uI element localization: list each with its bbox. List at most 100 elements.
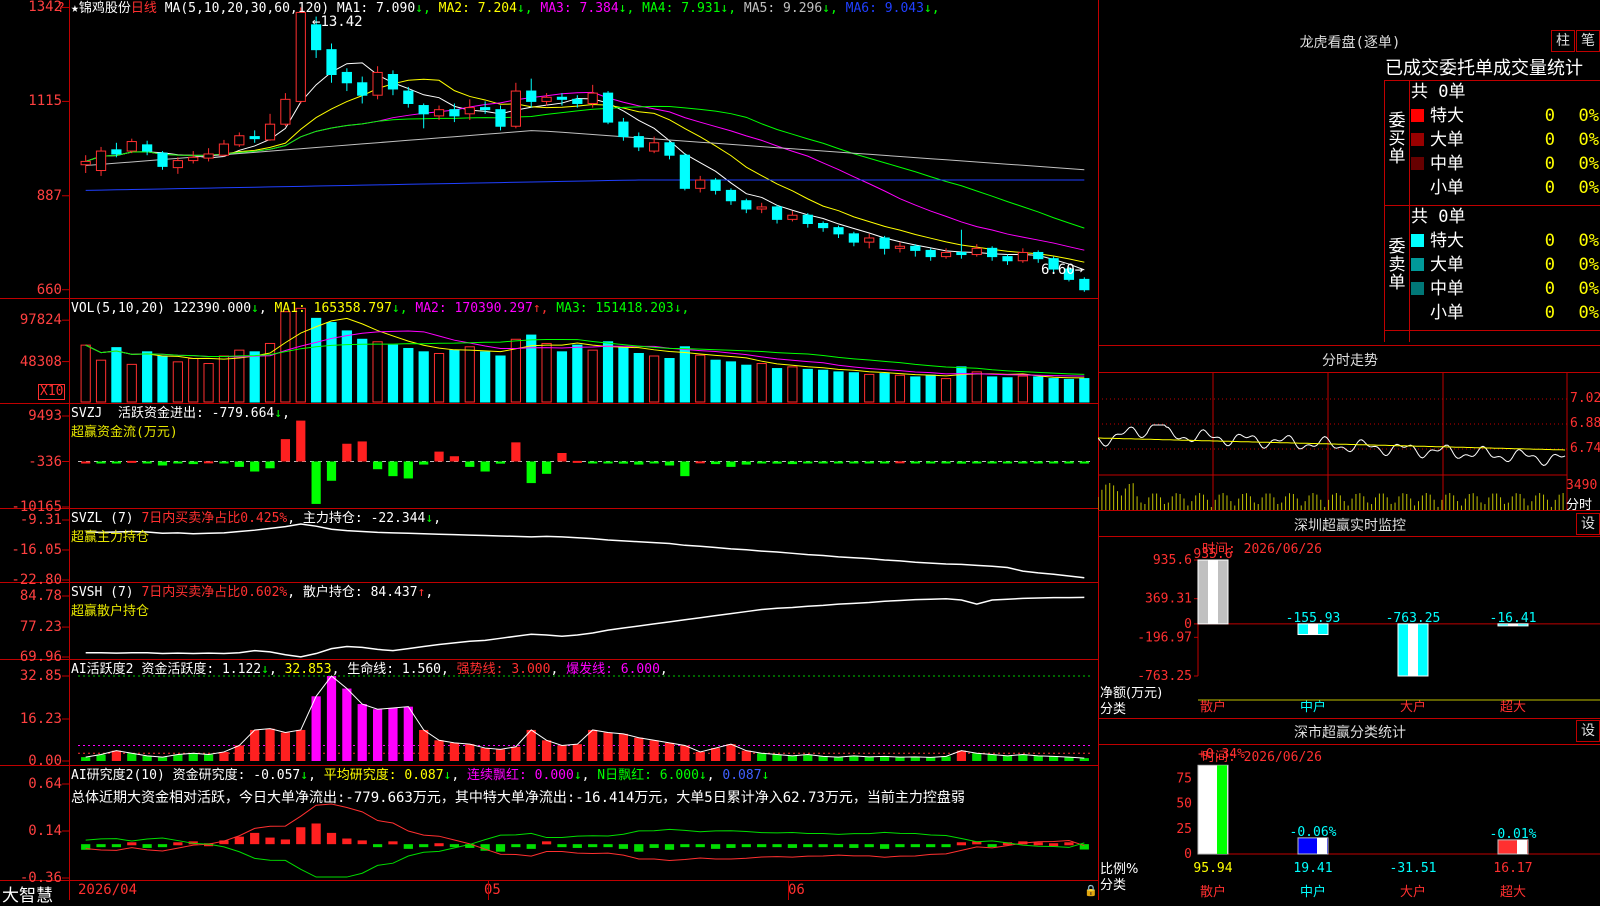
ai2-bar	[311, 823, 321, 845]
candle-body	[80, 160, 91, 166]
vol-bar	[848, 372, 859, 403]
bar-mode-button[interactable]: 柱	[1551, 30, 1575, 52]
candle-body	[864, 237, 875, 243]
candle-body	[572, 98, 583, 104]
vol-bar	[495, 355, 506, 403]
low-annotation: 6.60→	[1041, 262, 1084, 278]
sell-label-0: 特大	[1430, 231, 1464, 251]
vol-bar	[403, 347, 414, 403]
candle-body	[403, 90, 414, 104]
ai2-bar	[157, 844, 168, 848]
tick-mode-button[interactable]: 笔	[1576, 30, 1600, 52]
szmon-settings-button[interactable]: 设	[1576, 513, 1600, 535]
svzj-bar	[250, 461, 260, 472]
szmon-chart: 935.6369.310-196.97-763.25935.6散户-155.93…	[1137, 547, 1600, 715]
candle-body	[1002, 256, 1013, 262]
ai1-bar	[772, 754, 782, 761]
ai2-bar	[572, 844, 582, 848]
ai1-bar	[495, 749, 506, 761]
candle-body	[925, 249, 936, 258]
kline-chart-area[interactable]	[0, 0, 1098, 900]
ai1-bar	[419, 729, 429, 761]
ai1-bar	[357, 704, 367, 761]
svzj-bar	[557, 453, 567, 462]
svzj-bar	[541, 461, 552, 474]
vol-bar	[587, 349, 598, 403]
sell-count-2: 0	[1544, 279, 1555, 299]
vol-bar	[649, 355, 660, 403]
mon-cat-2: 大户	[1400, 699, 1426, 715]
candle-body	[95, 150, 107, 172]
svsh-line	[85, 596, 1085, 658]
vol-bar	[387, 344, 399, 403]
vol-bar	[664, 358, 675, 403]
vol-y-tick-1: 48308	[19, 353, 62, 370]
szmon-title: 深圳超赢实时监控	[1294, 518, 1406, 534]
ai2-bar	[280, 839, 291, 845]
ai1-bar	[372, 709, 383, 761]
candle-body	[218, 143, 230, 156]
svzj-legend: SVZJ 活跃资金进出: -779.664↓,	[71, 406, 290, 421]
ai2-bar	[296, 827, 306, 845]
period-label[interactable]: 日线	[131, 1, 157, 16]
vol-ma-legend-2: MA2: 170390.297↑,	[415, 301, 557, 316]
main-y-tick-0: 1342	[28, 0, 62, 16]
ai2-bar	[495, 844, 506, 852]
svzj-bar	[1002, 461, 1013, 464]
ai1-bar	[403, 706, 413, 761]
candle-body	[1079, 278, 1090, 291]
ai2-bar	[803, 844, 813, 848]
svzj-bar	[419, 461, 429, 465]
intraday-chart[interactable]	[1098, 372, 1600, 510]
ai2-bar	[142, 844, 152, 848]
svzl-legend: SVZL (7) 7日内买卖净占比0.425%, 主力持仓: -22.344↓,	[71, 511, 442, 526]
ai2-bar	[664, 844, 675, 850]
ai1-bar	[972, 753, 982, 761]
svzj-bar	[234, 461, 244, 467]
candle-body	[295, 11, 306, 102]
mon-ytick-0: 935.6	[1153, 553, 1192, 568]
candle-body	[280, 98, 291, 125]
candle-body	[111, 149, 122, 155]
svzj-bar	[710, 461, 721, 465]
lock-icon[interactable]: 🔒	[1084, 884, 1098, 897]
vol-bar	[802, 368, 813, 403]
ma-legend-4: MA4: 7.931↓,	[634, 1, 737, 16]
ai1-bar	[557, 745, 567, 761]
longhu-title: 龙虎看盘(逐单)	[1299, 35, 1401, 51]
candle-body	[142, 144, 153, 152]
svzj-bar	[372, 461, 383, 470]
ma-title: MA(5,10,20,30,60,120)	[164, 1, 330, 16]
ai2-bar	[234, 836, 244, 845]
svzj-bar	[280, 439, 291, 462]
ai2-red-line	[85, 803, 1085, 862]
vol-bar	[925, 374, 936, 403]
candle-body	[234, 135, 245, 146]
svzj-bar	[956, 461, 967, 464]
high-annotation: ←13.42	[312, 14, 363, 30]
star-icon[interactable]: ★	[71, 1, 79, 16]
ai2-bar	[419, 844, 429, 848]
stock-name: 锦鸡股份	[78, 1, 131, 16]
ai1-bar	[511, 746, 521, 761]
vol-bar	[618, 347, 629, 403]
ai1-bar	[326, 676, 337, 761]
svzj-bar	[157, 461, 168, 466]
vol-bar	[695, 354, 706, 403]
ai1-bar	[1002, 755, 1013, 761]
ai2-bar	[1033, 842, 1043, 846]
candle-body	[679, 154, 690, 189]
ai1-bar	[757, 753, 767, 761]
szcls-title: 深市超赢分类统计	[1294, 725, 1406, 741]
ai1-bar	[680, 745, 690, 761]
ai2-bar	[849, 844, 859, 848]
mon-val-0: 935.6	[1193, 547, 1232, 562]
ai1-bar	[81, 757, 91, 761]
main-y-tick-2: 887	[36, 187, 62, 204]
szcls-settings-button[interactable]: 设	[1576, 720, 1600, 742]
candle-body	[771, 206, 783, 220]
svzj-bar	[787, 461, 798, 465]
mon-cat-0: 散户	[1200, 699, 1226, 715]
ai2-bar	[127, 842, 137, 846]
cls-ytick-3: 0	[1184, 847, 1192, 862]
